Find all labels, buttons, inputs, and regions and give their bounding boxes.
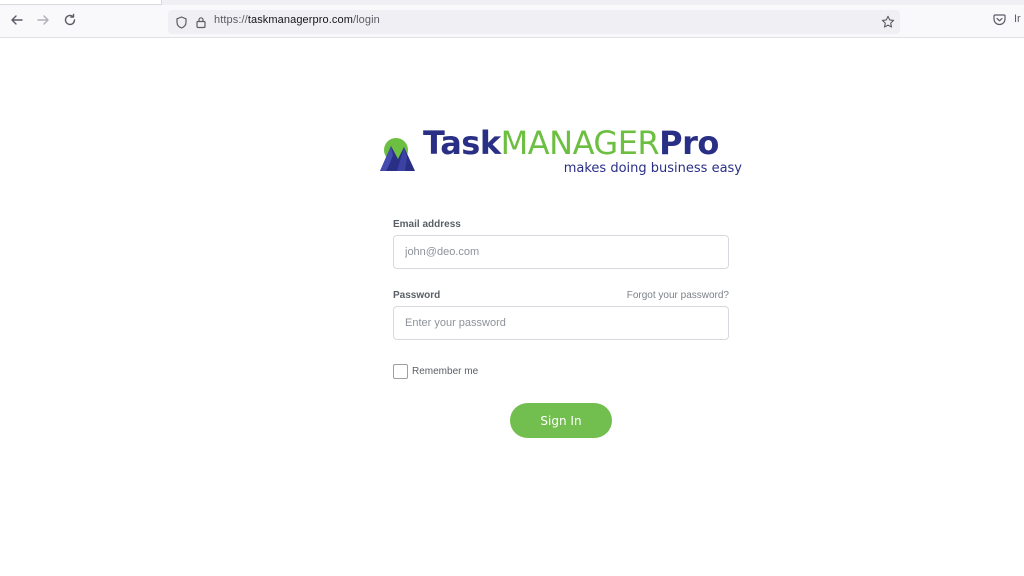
password-label: Password: [393, 290, 441, 301]
forward-arrow-icon[interactable]: [34, 11, 52, 29]
url-host: taskmanagerpro.com: [247, 14, 353, 26]
pocket-icon[interactable]: [991, 11, 1007, 27]
forgot-password-link[interactable]: Forgot your password?: [627, 290, 729, 301]
email-field[interactable]: [393, 235, 729, 269]
url-scheme: https://: [214, 14, 248, 26]
star-icon[interactable]: [880, 14, 896, 30]
logo-mountain-icon: [380, 138, 415, 171]
remember-me-label[interactable]: Remember me: [412, 366, 478, 377]
remember-me[interactable]: Remember me: [393, 364, 478, 379]
back-arrow-icon[interactable]: [8, 11, 26, 29]
brand-logo: TaskMANAGERPro makes doing business easy: [378, 124, 748, 182]
remember-me-checkbox[interactable]: [393, 364, 408, 379]
logo-wordmark: TaskMANAGERPro: [423, 124, 719, 162]
password-field[interactable]: [393, 306, 729, 340]
reload-icon[interactable]: [61, 11, 79, 29]
overflow-label[interactable]: Ir: [1014, 11, 1024, 27]
logo-word-manager: MANAGER: [500, 124, 660, 162]
shield-icon[interactable]: [173, 14, 189, 30]
url-path: /login: [352, 14, 380, 26]
lock-icon[interactable]: [193, 14, 209, 30]
tab-strip: [0, 0, 1024, 5]
address-bar[interactable]: https://taskmanagerpro.com/login: [168, 10, 900, 34]
logo-word-task: Task: [423, 124, 501, 162]
sign-in-button[interactable]: Sign In: [510, 403, 612, 438]
url-text[interactable]: https://taskmanagerpro.com/login: [214, 14, 380, 26]
email-label: Email address: [393, 219, 461, 230]
active-tab[interactable]: [0, 0, 162, 5]
browser-toolbar: https://taskmanagerpro.com/login Ir: [0, 0, 1024, 38]
logo-tagline: makes doing business easy: [563, 161, 742, 176]
logo-word-pro: Pro: [659, 124, 719, 162]
